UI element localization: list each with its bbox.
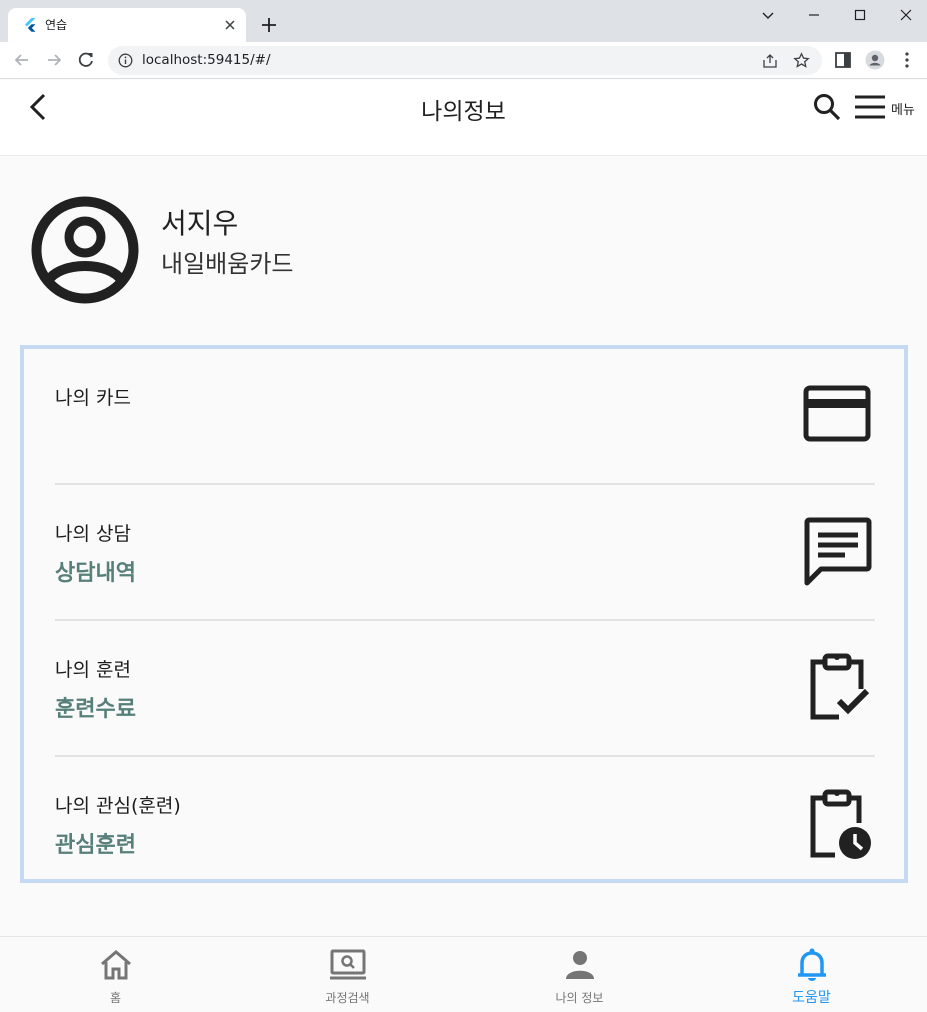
maximize-icon[interactable] — [842, 4, 878, 26]
site-info-icon[interactable] — [118, 53, 133, 68]
reload-icon[interactable] — [76, 50, 96, 70]
nav-label: 홈 — [109, 991, 122, 1005]
close-tab-icon[interactable] — [222, 17, 238, 33]
account-circle-icon — [31, 196, 139, 304]
list-item-my-training[interactable]: 나의 훈련 훈련수료 — [55, 621, 875, 757]
profile-avatar-icon[interactable] — [865, 50, 885, 70]
flutter-favicon-icon — [25, 18, 36, 32]
list-item-my-interest[interactable]: 나의 관심(훈련) 관심훈련 — [55, 757, 875, 893]
nav-label: 도움말 — [792, 990, 831, 1006]
tab-search-icon[interactable] — [750, 4, 786, 26]
browser-toolbar: localhost:59415/#/ — [0, 42, 927, 79]
nav-item-home[interactable]: 홈 — [0, 937, 231, 1012]
my-info-panel: 나의 카드 나의 상담 상담내역 나의 훈련 훈련수료 나의 관심(훈련) 관심… — [20, 345, 908, 883]
list-item-title: 나의 상담 — [55, 523, 131, 545]
minimize-icon[interactable] — [796, 4, 832, 26]
list-item-title: 나의 카드 — [55, 387, 131, 409]
list-item-subtitle: 훈련수료 — [55, 697, 136, 722]
url-text[interactable]: localhost:59415/#/ — [142, 52, 271, 68]
bottom-nav: 홈 과정검색 나의 정보 도움말 — [0, 936, 927, 1012]
nav-label: 과정검색 — [325, 991, 370, 1005]
list-item-subtitle: 상담내역 — [55, 561, 136, 586]
list-item-my-consultation[interactable]: 나의 상담 상담내역 — [55, 485, 875, 621]
nav-item-course-search[interactable]: 과정검색 — [232, 937, 463, 1012]
clipboard-clock-icon — [810, 789, 871, 859]
profile-card-type: 내일배움카드 — [161, 250, 294, 278]
list-item-title: 나의 관심(훈련) — [55, 795, 181, 817]
browser-tab[interactable]: 연습 — [8, 8, 246, 42]
credit-card-icon — [803, 385, 871, 442]
window-close-icon[interactable] — [888, 4, 924, 26]
address-bar[interactable]: localhost:59415/#/ — [108, 46, 822, 75]
bell-icon — [797, 948, 826, 981]
browser-tab-title: 연습 — [45, 18, 68, 32]
nav-item-help[interactable]: 도움말 — [696, 937, 927, 1012]
profile-name: 서지우 — [161, 207, 239, 240]
clipboard-check-icon — [810, 653, 870, 720]
browser-tabstrip: 연습 — [0, 0, 927, 42]
laptop-search-icon — [329, 949, 366, 980]
back-arrow-icon[interactable] — [12, 50, 32, 70]
search-icon[interactable] — [812, 92, 842, 122]
home-icon — [100, 950, 131, 980]
side-panel-icon[interactable] — [833, 50, 853, 70]
browser-menu-icon[interactable] — [897, 50, 917, 70]
forward-arrow-icon[interactable] — [44, 50, 64, 70]
page-title: 나의정보 — [421, 99, 506, 125]
message-icon — [804, 517, 872, 586]
hamburger-menu-icon[interactable] — [853, 94, 887, 120]
person-icon — [565, 951, 594, 979]
list-item-my-card[interactable]: 나의 카드 — [55, 349, 875, 485]
share-icon[interactable] — [762, 53, 778, 69]
nav-item-my-info[interactable]: 나의 정보 — [464, 937, 695, 1012]
menu-label[interactable]: 메뉴 — [891, 99, 915, 118]
list-item-subtitle: 관심훈련 — [55, 833, 136, 858]
bookmark-star-icon[interactable] — [793, 52, 810, 69]
app-bar: 나의정보 메뉴 — [0, 80, 927, 156]
new-tab-icon[interactable] — [258, 14, 280, 36]
list-item-title: 나의 훈련 — [55, 659, 131, 681]
nav-label: 나의 정보 — [555, 991, 604, 1005]
